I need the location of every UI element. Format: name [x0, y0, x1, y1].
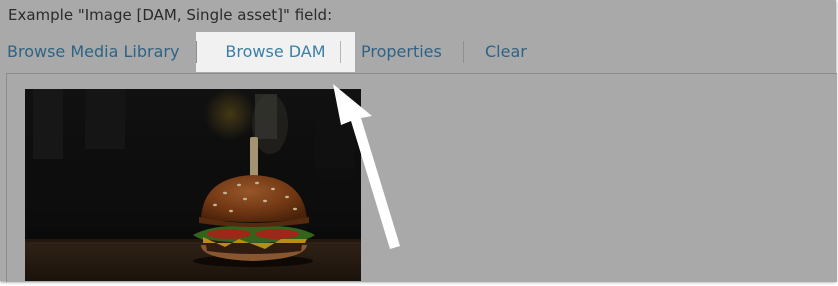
annotation-arrow-icon — [333, 84, 400, 249]
image-field-container: Example "Image [DAM, Single asset]" fiel… — [0, 0, 837, 282]
